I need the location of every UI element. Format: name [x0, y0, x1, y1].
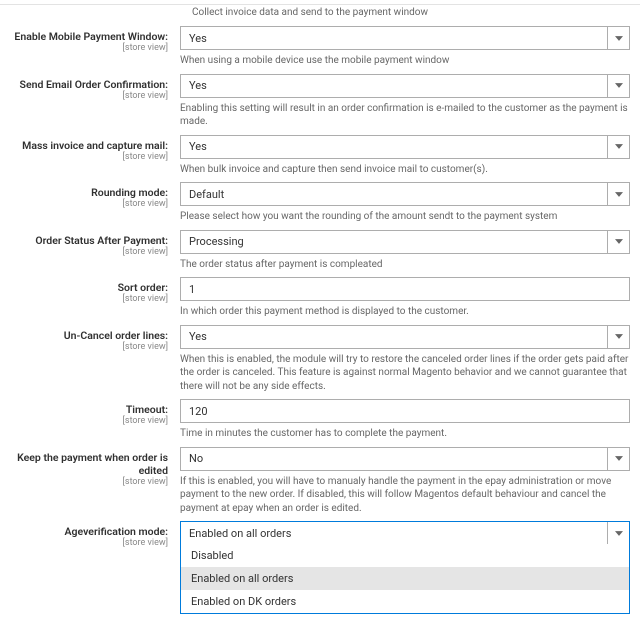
enable-mobile-payment-window-select[interactable]: Yes — [180, 26, 630, 50]
dropdown-option[interactable]: Enabled on all orders — [181, 567, 629, 590]
section-divider — [0, 4, 640, 5]
field-label: Send Email Order Confirmation: — [10, 78, 168, 91]
select-value: Yes — [189, 32, 207, 45]
field-label: Rounding mode: — [10, 186, 168, 199]
field-hint: Time in minutes the customer has to comp… — [180, 427, 630, 441]
field-hint: The order status after payment is comple… — [180, 258, 630, 272]
chevron-down-icon — [607, 326, 629, 348]
send-email-confirmation-select[interactable]: Yes — [180, 74, 630, 98]
field-label: Sort order: — [10, 281, 168, 294]
field-enable-mobile-payment-window: Enable Mobile Payment Window: [store vie… — [10, 20, 630, 68]
field-hint: If this is enabled, you will have to man… — [180, 475, 630, 516]
chevron-down-icon — [607, 448, 629, 470]
field-ageverification-mode: Ageverification mode: [store view] Enabl… — [10, 515, 630, 614]
field-rounding-mode: Rounding mode: [store view] Default Plea… — [10, 176, 630, 224]
rounding-mode-select[interactable]: Default — [180, 182, 630, 206]
scope-label: [store view] — [10, 416, 168, 426]
field-label: Timeout: — [10, 403, 168, 416]
field-sort-order: Sort order: [store view] In which order … — [10, 271, 630, 319]
field-label: Un-Cancel order lines: — [10, 329, 168, 342]
select-value: Yes — [189, 79, 207, 92]
chevron-down-icon — [607, 75, 629, 97]
field-hint: When bulk invoice and capture then send … — [180, 163, 630, 177]
intro-hint: Collect invoice data and send to the pay… — [192, 7, 630, 18]
field-label: Enable Mobile Payment Window: — [10, 30, 168, 43]
field-keep-payment: Keep the payment when order is edited [s… — [10, 441, 630, 516]
dropdown-option[interactable]: Enabled on DK orders — [181, 590, 629, 613]
field-uncancel-order-lines: Un-Cancel order lines: [store view] Yes … — [10, 319, 630, 394]
field-label: Ageverification mode: — [10, 525, 168, 538]
field-label: Order Status After Payment: — [10, 234, 168, 247]
select-value: Yes — [189, 140, 207, 153]
scope-label: [store view] — [10, 342, 168, 352]
scope-label: [store view] — [10, 294, 168, 304]
select-value: Processing — [189, 235, 244, 248]
scope-label: [store view] — [10, 199, 168, 209]
field-hint: Enabling this setting will result in an … — [180, 102, 630, 129]
keep-payment-select[interactable]: No — [180, 447, 630, 471]
chevron-down-icon — [607, 231, 629, 253]
uncancel-order-lines-select[interactable]: Yes — [180, 325, 630, 349]
field-mass-invoice: Mass invoice and capture mail: [store vi… — [10, 129, 630, 177]
scope-label: [store view] — [10, 91, 168, 101]
field-hint: Please select how you want the rounding … — [180, 210, 630, 224]
sort-order-input[interactable] — [180, 277, 630, 301]
select-value: Default — [189, 188, 224, 201]
chevron-down-icon — [607, 27, 629, 49]
ageverification-dropdown: DisabledEnabled on all ordersEnabled on … — [180, 544, 630, 614]
field-label: Keep the payment when order is edited — [10, 451, 168, 477]
field-label: Mass invoice and capture mail: — [10, 139, 168, 152]
ageverification-mode-select[interactable]: Enabled on all orders — [180, 521, 630, 545]
scope-label: [store view] — [10, 247, 168, 257]
scope-label: [store view] — [10, 538, 168, 548]
field-timeout: Timeout: [store view] Time in minutes th… — [10, 393, 630, 441]
select-value: No — [189, 452, 203, 465]
select-value: Yes — [189, 330, 207, 343]
field-hint: When using a mobile device use the mobil… — [180, 54, 630, 68]
chevron-down-icon — [607, 522, 629, 544]
chevron-down-icon — [607, 136, 629, 158]
mass-invoice-select[interactable]: Yes — [180, 135, 630, 159]
field-order-status-after-payment: Order Status After Payment: [store view]… — [10, 224, 630, 272]
timeout-input[interactable] — [180, 399, 630, 423]
field-send-email-confirmation: Send Email Order Confirmation: [store vi… — [10, 68, 630, 129]
order-status-after-payment-select[interactable]: Processing — [180, 230, 630, 254]
scope-label: [store view] — [10, 43, 168, 53]
chevron-down-icon — [607, 183, 629, 205]
field-hint: In which order this payment method is di… — [180, 305, 630, 319]
field-hint: When this is enabled, the module will tr… — [180, 353, 630, 394]
scope-label: [store view] — [10, 152, 168, 162]
select-value: Enabled on all orders — [189, 527, 291, 540]
dropdown-option[interactable]: Disabled — [181, 544, 629, 567]
scope-label: [store view] — [10, 477, 168, 487]
